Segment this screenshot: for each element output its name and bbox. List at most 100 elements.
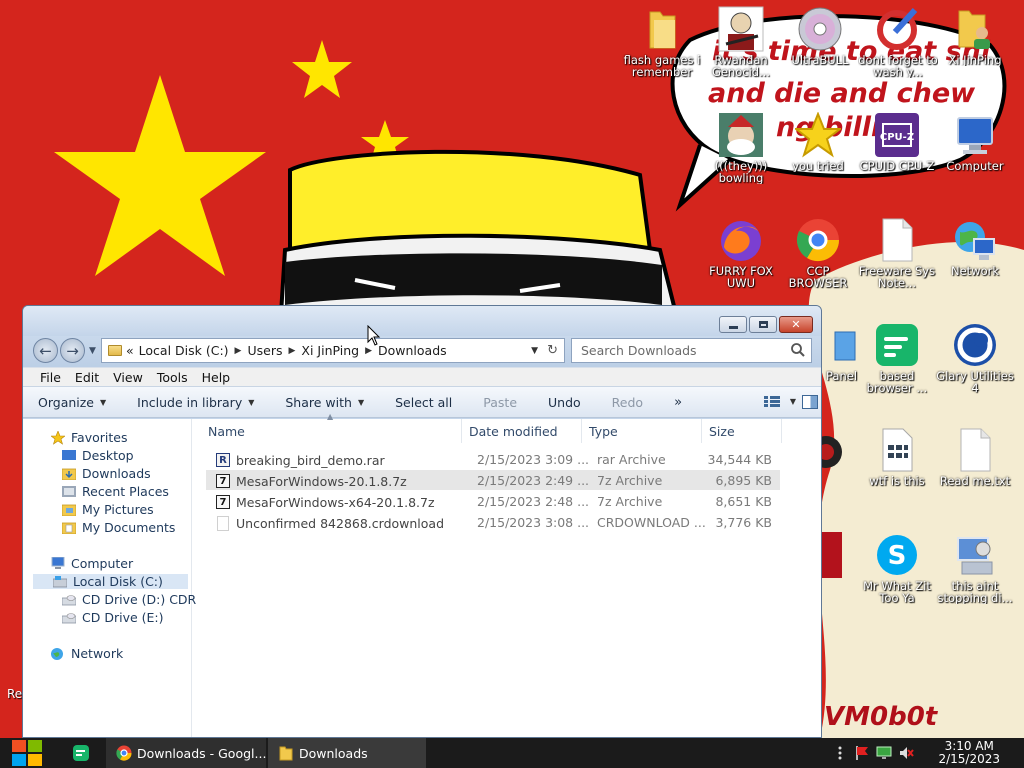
network-status-icon[interactable] [876, 745, 892, 761]
desktop-icon-ccleaner[interactable]: dont forget to wash y... [858, 6, 938, 78]
column-header-type[interactable]: Type [582, 419, 702, 443]
file-row-unconfirmed[interactable]: Unconfirmed 842868.crdownload 2/15/2023 … [206, 512, 780, 532]
forward-button[interactable]: → [60, 338, 85, 363]
search-icon[interactable] [791, 343, 805, 357]
organize-button[interactable]: Organize ▼ [38, 395, 106, 410]
wallpaper-caption-line2: and die and chew [708, 78, 976, 109]
nav-cd-drive-e[interactable]: CD Drive (E:) [61, 610, 164, 625]
desktop-icon-xi-jinping[interactable]: Xi JinPing [935, 6, 1015, 66]
desktop-icon-rwandan[interactable]: Rwandan Genocid... [701, 6, 781, 78]
explorer-window[interactable]: ✕ ← → ▼ « Local Disk (C:) ▶ Users ▶ Xi J… [22, 305, 822, 738]
refresh-icon[interactable]: ↻ [547, 343, 558, 358]
partial-desktop-icon-red[interactable] [822, 532, 844, 583]
desktop-icon-computer[interactable]: Computer [935, 112, 1015, 172]
taskbar-item-downloads[interactable]: Downloads [268, 738, 426, 768]
taskbar-item-chrome[interactable]: Downloads - Googl... [106, 738, 266, 768]
menu-help[interactable]: Help [195, 370, 238, 385]
close-button[interactable]: ✕ [779, 316, 813, 333]
pinned-green-chat[interactable] [68, 738, 94, 768]
desktop-icon-skype[interactable]: S Mr What Zit Too Ya [857, 532, 937, 604]
action-center-flag-icon[interactable] [854, 745, 870, 761]
more-commands-button[interactable]: » [674, 395, 682, 410]
column-header-date[interactable]: Date modified [462, 419, 582, 443]
desktop-icon-based-browser[interactable]: based browser ... [857, 322, 937, 394]
start-button[interactable] [10, 738, 44, 768]
nav-desktop[interactable]: Desktop [61, 448, 134, 463]
breadcrumb-xi-jinping[interactable]: Xi JinPing [301, 343, 359, 358]
nav-recent-places[interactable]: Recent Places [61, 484, 169, 499]
desktop-icon-readme[interactable]: Read me.txt [935, 427, 1015, 487]
nav-cd-drive-d[interactable]: CD Drive (D:) CDR [61, 592, 196, 607]
file-name-cell: 7 MesaForWindows-x64-20.1.8.7z [215, 494, 435, 510]
maximize-button[interactable] [749, 316, 777, 333]
address-overflow[interactable]: « [126, 343, 134, 358]
desktop-icon-flash-games[interactable]: flash games i remember [622, 6, 702, 78]
nav-my-documents[interactable]: My Documents [61, 520, 175, 535]
menu-tools[interactable]: Tools [150, 370, 195, 385]
desktop-icon-freeware-notes[interactable]: Freeware Sys Note... [857, 217, 937, 289]
paste-button[interactable]: Paste [483, 395, 517, 410]
desktop-icon-glary[interactable]: Glary Utilities 4 [935, 322, 1015, 394]
menu-edit[interactable]: Edit [68, 370, 106, 385]
nav-downloads[interactable]: Downloads [61, 466, 151, 481]
skype-icon: S [874, 532, 920, 578]
desktop-icon-installer[interactable]: this aint stopping di... [935, 532, 1015, 604]
green-chat-icon [874, 322, 920, 368]
nav-favorites-label: Favorites [71, 430, 128, 445]
preview-pane-icon[interactable] [802, 395, 818, 409]
chevron-right-icon[interactable]: ▶ [235, 346, 242, 356]
nav-favorites[interactable]: Favorites [50, 430, 127, 445]
nav-local-disk[interactable]: Local Disk (C:) [33, 574, 188, 589]
minimize-button[interactable] [719, 316, 747, 333]
mouse-cursor-icon [367, 325, 381, 346]
desktop-icon-ultrabull[interactable]: UltraBULL [780, 6, 860, 66]
desktop-icon-you-tried[interactable]: you tried [778, 112, 858, 172]
desktop-icon-firefox[interactable]: FURRY FOX UWU [701, 217, 781, 289]
computer-icon [50, 557, 66, 571]
menu-view[interactable]: View [106, 370, 150, 385]
view-dropdown-icon[interactable]: ▼ [790, 397, 796, 406]
address-bar[interactable]: « Local Disk (C:) ▶ Users ▶ Xi JinPing ▶… [101, 338, 565, 363]
nav-network[interactable]: Network [50, 646, 123, 661]
desktop-icon-ccp-browser[interactable]: CCP BROWSER [778, 217, 858, 289]
desktop-icon-wtf[interactable]: wtf is this [857, 427, 937, 487]
desktop-icon [61, 449, 77, 463]
search-input[interactable]: Search Downloads [571, 338, 812, 363]
file-row-mesa-windows-x64[interactable]: 7 MesaForWindows-x64-20.1.8.7z 2/15/2023 … [206, 491, 780, 511]
breadcrumb-local-disk[interactable]: Local Disk (C:) [139, 343, 229, 358]
address-dropdown-icon[interactable]: ▼ [531, 346, 538, 356]
window-titlebar[interactable]: ✕ [23, 306, 821, 336]
tray-overflow-icon[interactable] [837, 745, 843, 761]
breadcrumb-users[interactable]: Users [247, 343, 282, 358]
include-in-library-button[interactable]: Include in library ▼ [137, 395, 254, 410]
share-with-button[interactable]: Share with ▼ [285, 395, 364, 410]
select-all-button[interactable]: Select all [395, 395, 452, 410]
file-row-mesa-windows[interactable]: 7 MesaForWindows-20.1.8.7z 2/15/2023 2:49… [206, 470, 780, 490]
back-button[interactable]: ← [33, 338, 58, 363]
column-header-size[interactable]: Size [702, 419, 782, 443]
taskbar-clock[interactable]: 3:10 AM 2/15/2023 [938, 740, 1000, 766]
folder-icon [108, 345, 122, 356]
volume-muted-icon[interactable] [898, 745, 914, 761]
column-header-name[interactable]: Name ▲ [192, 412, 462, 443]
chevron-right-icon[interactable]: ▶ [365, 346, 372, 356]
view-options-icon[interactable] [763, 395, 780, 408]
desktop-icon-bowling[interactable]: (((they))) bowling [701, 112, 781, 184]
partial-desktop-icon[interactable] [810, 428, 844, 481]
nav-computer[interactable]: Computer [50, 556, 133, 571]
desktop-icon-cpuz[interactable]: CPU-Z CPUID CPU-Z [857, 112, 937, 172]
network-globe-icon [952, 217, 998, 263]
undo-button[interactable]: Undo [548, 395, 581, 410]
desktop-icon-network[interactable]: Network [935, 217, 1015, 277]
nav-local-disk-label: Local Disk (C:) [73, 574, 163, 589]
column-name-label: Name [208, 423, 245, 439]
breadcrumb-downloads[interactable]: Downloads [378, 343, 447, 358]
desktop-icon-label: Glary Utilities 4 [936, 370, 1014, 394]
nav-my-pictures[interactable]: My Pictures [61, 502, 154, 517]
chevron-right-icon[interactable]: ▶ [288, 346, 295, 356]
recent-pages-dropdown[interactable]: ▼ [89, 346, 96, 356]
redo-button[interactable]: Redo [612, 395, 643, 410]
menu-file[interactable]: File [33, 370, 68, 385]
column-type-label: Type [589, 423, 618, 439]
file-row-breaking-bird[interactable]: Rbreaking_bird_demo.rar 2/15/2023 3:09 .… [206, 449, 780, 469]
